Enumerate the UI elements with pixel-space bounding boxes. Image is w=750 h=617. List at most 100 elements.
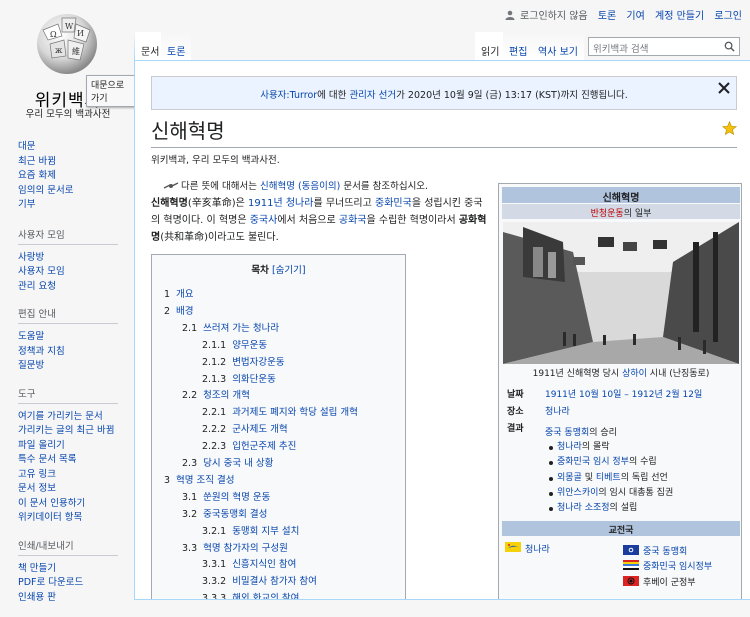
sidebar-item-main-page[interactable]: 대문 (18, 140, 134, 155)
search-icon[interactable] (724, 41, 735, 52)
caption-link-shanghai[interactable]: 상하이 (622, 369, 647, 379)
sidebar-item-random[interactable]: 임의의 문서로 (18, 184, 134, 199)
sidebar-item-questions[interactable]: 질문방 (18, 359, 134, 374)
result-link[interactable]: 위안스카이 (557, 488, 598, 498)
toc-item[interactable]: 2.2.3 입헌군주제 추진 (202, 438, 296, 452)
tab-history[interactable]: 역사 보기 (532, 32, 584, 60)
sidebar-item-cite[interactable]: 이 문서 인용하기 (18, 497, 134, 512)
toc-title: 목차 [숨기기] (152, 262, 405, 276)
tab-talk[interactable]: 토론 (161, 32, 192, 60)
toc-item-text[interactable]: 의화단운동 (232, 374, 276, 385)
toc-item-text[interactable]: 배경 (176, 306, 193, 317)
toc-item-text[interactable]: 청조의 개혁 (203, 390, 250, 401)
toc-item-text[interactable]: 비밀결사 참가자 참여 (232, 576, 317, 587)
svg-text:Ω: Ω (50, 30, 57, 39)
login-link[interactable]: 로그인 (714, 11, 742, 22)
result-main-link[interactable]: 중국 동맹회 (545, 428, 589, 438)
toc-item[interactable]: 3 혁명 조직 결성 (164, 472, 235, 486)
toc-item[interactable]: 1 개요 (164, 286, 194, 300)
toc-item-number: 3.3.2 (202, 576, 227, 588)
site-logo[interactable]: Ω W И ж 維 위키백과 우리 모두의 백과사전 대문으로 가기 (0, 0, 136, 125)
toc-item-text[interactable]: 양무운동 (232, 340, 267, 351)
result-link[interactable]: 청나라 소조정 (557, 503, 610, 513)
toc-item[interactable]: 3.2 중국동맹회 결성 (182, 506, 267, 520)
toc-item-text[interactable]: 입헌군주제 추진 (232, 441, 296, 452)
infobox-date-value[interactable]: 1911년 10월 10일 – 1912년 2월 12일 (545, 387, 702, 400)
sidebar-item-wikidata[interactable]: 위키데이터 항목 (18, 511, 134, 526)
infobox-photo[interactable] (503, 222, 739, 364)
sidebar-item-current-events[interactable]: 요즘 화제 (18, 169, 134, 184)
lead-link-qing[interactable]: 청나라 (286, 198, 314, 209)
infobox-place-value[interactable]: 청나라 (545, 404, 570, 417)
toc-item-text[interactable]: 해외 화교의 참여 (232, 593, 299, 599)
toc-item-text[interactable]: 혁명 조직 결성 (176, 475, 234, 486)
talk-link[interactable]: 토론 (598, 11, 616, 22)
toc-item-text[interactable]: 군사제도 개혁 (232, 424, 287, 435)
toc-item[interactable]: 2.1.2 변법자강운동 (202, 354, 285, 368)
toc-item-text[interactable]: 과거제도 폐지와 학당 설립 개혁 (232, 407, 358, 418)
toc-item[interactable]: 2.2.2 군사제도 개혁 (202, 421, 288, 435)
lead-link-chinese-history[interactable]: 중국사 (250, 215, 278, 226)
result-link[interactable]: 청나라 (557, 442, 582, 452)
toc-toggle[interactable]: [숨기기] (272, 265, 306, 276)
tab-edit[interactable]: 편집 (503, 32, 534, 60)
infobox-subtitle-link[interactable]: 반청운동 (591, 209, 624, 219)
sidebar-item-village-pump[interactable]: 사랑방 (18, 251, 134, 266)
toc-item-text[interactable]: 중국동맹회 결성 (203, 509, 267, 520)
notice-election-link[interactable]: 관리자 선거 (349, 90, 396, 101)
sidebar-item-create-book[interactable]: 책 만들기 (18, 562, 134, 577)
toc-item-text[interactable]: 신흥지식인 참여 (232, 559, 296, 570)
sidebar-item-page-info[interactable]: 문서 정보 (18, 482, 134, 497)
toc-item[interactable]: 2.1.3 의화단운동 (202, 371, 276, 385)
toc-item-text[interactable]: 당시 중국 내 상황 (203, 458, 273, 469)
toc-item[interactable]: 3.3.2 비밀결사 참가자 참여 (202, 573, 317, 587)
belligerent-qing-link[interactable]: 청나라 (525, 542, 550, 555)
sidebar-item-policies[interactable]: 정책과 지침 (18, 345, 134, 360)
toc-item[interactable]: 3.3 혁명 참가자의 구성원 (182, 540, 288, 554)
belligerent-provisional-gov-link[interactable]: 중화민국 임시정부 (643, 559, 712, 572)
toc-item[interactable]: 2 배경 (164, 303, 194, 317)
toc-item-text[interactable]: 쓰러져 가는 청나라 (203, 323, 279, 334)
sidebar-item-download-pdf[interactable]: PDF로 다운로드 (18, 576, 134, 591)
not-logged-in-text: 로그인하지 않음 (520, 11, 588, 22)
toc-item[interactable]: 3.3.3 해외 화교의 참여 (202, 590, 299, 599)
toc-item-text[interactable]: 개요 (176, 289, 193, 300)
result-link[interactable]: 외몽골 (557, 473, 582, 483)
search-input[interactable]: 위키백과 검색 (588, 37, 740, 56)
sidebar-item-permanent-link[interactable]: 고유 링크 (18, 468, 134, 483)
toc-item[interactable]: 2.1 쓰러져 가는 청나라 (182, 320, 279, 334)
lead-link-1911[interactable]: 1911년 (248, 198, 283, 209)
notice-user-link[interactable]: 사용자:Turror (260, 90, 317, 101)
sidebar-item-recent-changes[interactable]: 최근 바뀜 (18, 155, 134, 170)
close-icon[interactable] (717, 81, 731, 95)
result-link[interactable]: 중화민국 임시 정부 (557, 457, 629, 467)
toc-item[interactable]: 3.2.1 동맹회 지부 설치 (202, 523, 299, 537)
hatnote-link[interactable]: 신해혁명 (동음이의) (260, 181, 340, 192)
sidebar-item-donate[interactable]: 기부 (18, 198, 134, 213)
result-link[interactable]: 티베트 (596, 473, 621, 483)
create-account-link[interactable]: 계정 만들기 (655, 11, 704, 22)
toc-item-text[interactable]: 변법자강운동 (232, 357, 284, 368)
sidebar-item-community-portal[interactable]: 사용자 모임 (18, 265, 134, 280)
toc-item[interactable]: 2.2 청조의 개혁 (182, 387, 250, 401)
toc-item[interactable]: 2.3 당시 중국 내 상황 (182, 455, 273, 469)
toc-item-text[interactable]: 동맹회 지부 설치 (232, 526, 299, 537)
tab-read[interactable]: 읽기 (475, 32, 506, 60)
lead-link-republic[interactable]: 공화국 (339, 215, 367, 226)
sidebar-item-what-links-here[interactable]: 여기를 가리키는 문서 (18, 410, 134, 425)
toc-item[interactable]: 3.1 쑨원의 혁명 운동 (182, 489, 270, 503)
contributions-link[interactable]: 기여 (626, 11, 644, 22)
sidebar-item-help[interactable]: 도움말 (18, 330, 134, 345)
sidebar-item-special-pages[interactable]: 특수 문서 목록 (18, 453, 134, 468)
sidebar-item-related-changes[interactable]: 가리키는 글의 최근 바뀜 (18, 424, 134, 439)
sidebar-item-admin-requests[interactable]: 관리 요청 (18, 280, 134, 295)
toc-item-number: 3.2.1 (202, 525, 227, 537)
belligerent-tongmenghui-link[interactable]: 중국 동맹회 (643, 544, 687, 557)
lead-link-roc[interactable]: 중화민국 (375, 198, 412, 209)
sidebar-item-upload-file[interactable]: 파일 올리기 (18, 439, 134, 454)
toc-item[interactable]: 2.1.1 양무운동 (202, 337, 267, 351)
toc-item[interactable]: 2.2.1 과거제도 폐지와 학당 설립 개혁 (202, 404, 358, 418)
toc-item-text[interactable]: 혁명 참가자의 구성원 (203, 543, 288, 554)
toc-item[interactable]: 3.3.1 신흥지식인 참여 (202, 556, 296, 570)
toc-item-text[interactable]: 쑨원의 혁명 운동 (203, 492, 270, 503)
